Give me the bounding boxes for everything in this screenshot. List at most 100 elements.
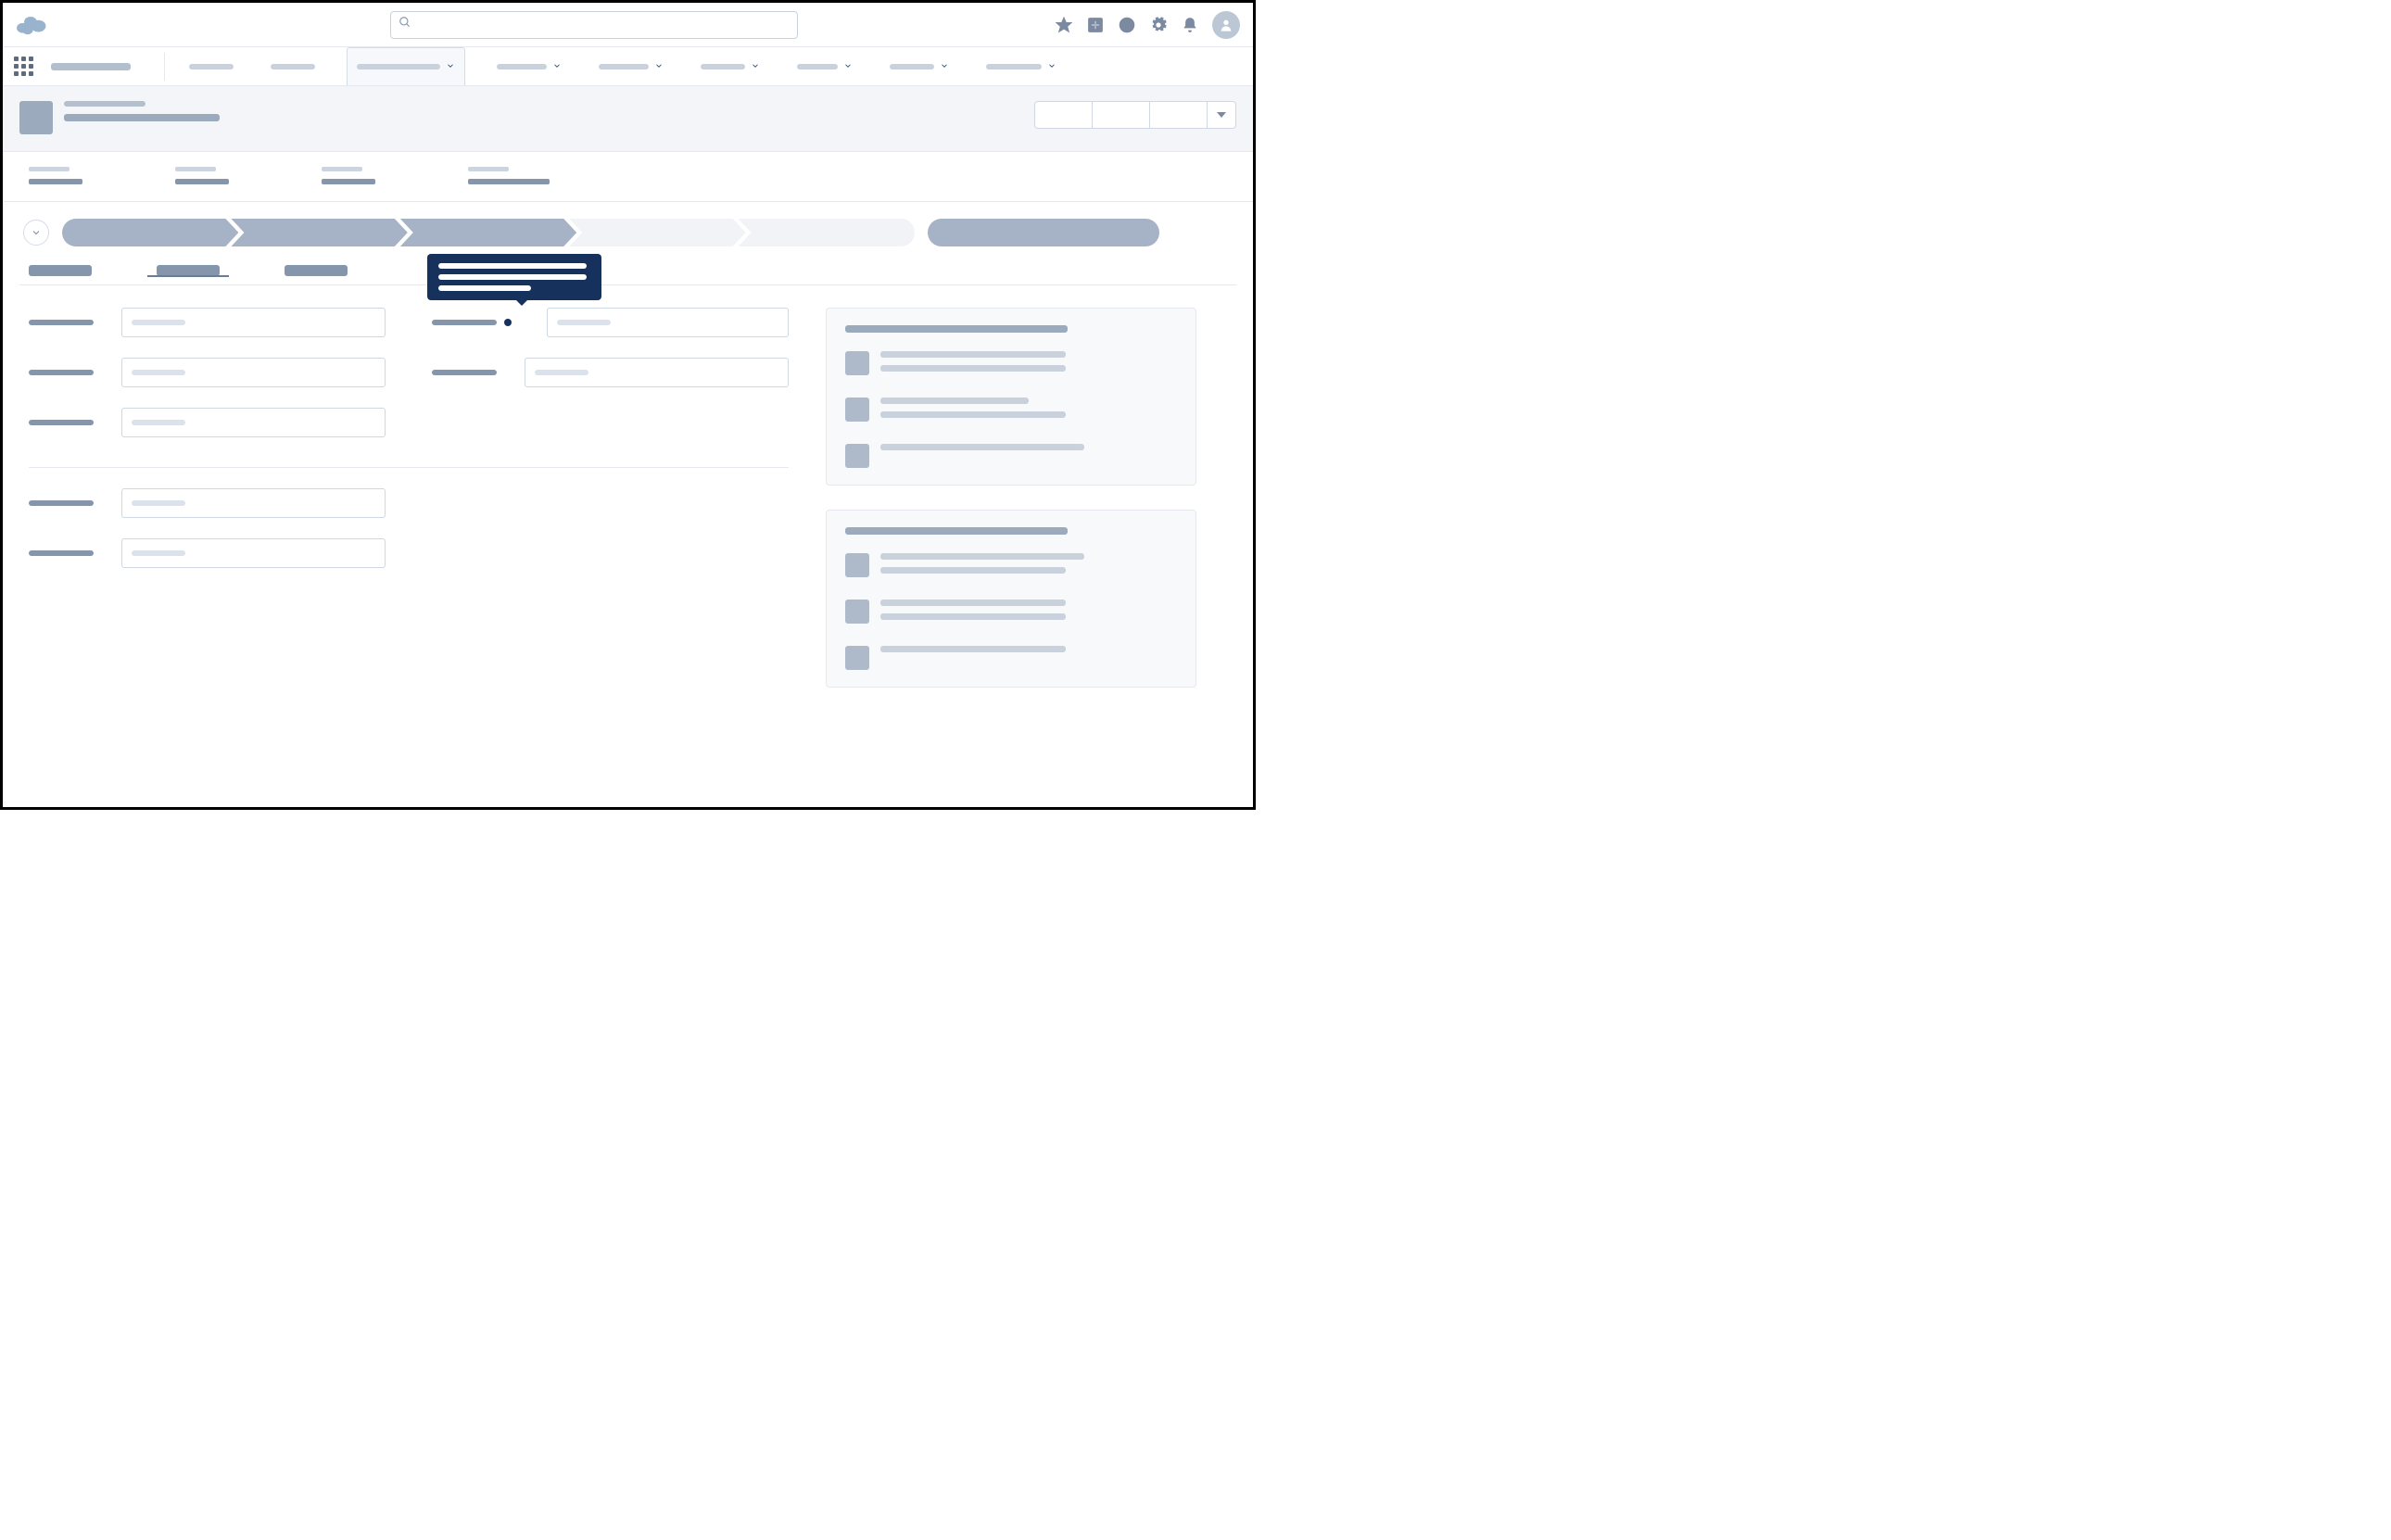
item-icon (845, 553, 869, 577)
nav-tab-5[interactable] (695, 47, 765, 85)
nav-tab-label (599, 64, 649, 69)
item-line-1 (880, 444, 1084, 450)
related-card-1 (826, 510, 1196, 688)
highlight-label (29, 167, 70, 171)
card-title (845, 325, 1068, 333)
record-action-3[interactable] (1149, 101, 1207, 129)
help-icon[interactable] (1118, 16, 1136, 34)
nav-tab-label (890, 64, 934, 69)
field-value (557, 320, 611, 325)
record-header (3, 86, 1253, 152)
list-item[interactable] (845, 351, 1177, 375)
chevron-down-icon[interactable] (843, 58, 853, 75)
chevron-down-icon[interactable] (654, 58, 664, 75)
item-line-1 (880, 398, 1029, 404)
chevron-down-icon[interactable] (751, 58, 760, 75)
favorites-icon[interactable] (1055, 16, 1073, 34)
highlight-label (175, 167, 216, 171)
record-type-icon (19, 101, 53, 134)
page-title (64, 114, 220, 121)
nav-tab-label (189, 64, 234, 69)
form-row (29, 358, 386, 387)
item-line-2 (880, 613, 1066, 620)
highlight-field-2 (322, 167, 375, 184)
list-item[interactable] (845, 646, 1177, 670)
field-input[interactable] (121, 538, 386, 568)
record-action-2[interactable] (1092, 101, 1149, 129)
search-input[interactable] (417, 18, 790, 32)
field-label (29, 500, 94, 506)
nav-tab-8[interactable] (980, 47, 1062, 85)
field-input[interactable] (121, 308, 386, 337)
field-input[interactable] (121, 408, 386, 437)
list-item[interactable] (845, 600, 1177, 624)
chevron-down-icon[interactable] (552, 58, 562, 75)
field-input[interactable] (121, 488, 386, 518)
record-action-more[interactable] (1207, 101, 1236, 129)
item-icon (845, 398, 869, 422)
form-row (432, 358, 789, 387)
notifications-bell-icon[interactable] (1181, 16, 1199, 34)
path-stage-0[interactable] (62, 219, 238, 246)
form-row (432, 308, 789, 337)
nav-tab-4[interactable] (593, 47, 669, 85)
app-launcher-icon[interactable] (14, 57, 34, 77)
add-icon[interactable] (1086, 16, 1105, 34)
record-object-label (64, 101, 145, 107)
item-icon (845, 600, 869, 624)
chevron-down-icon[interactable] (940, 58, 949, 75)
field-label (432, 320, 497, 325)
list-item[interactable] (845, 398, 1177, 422)
field-help-indicator[interactable] (504, 319, 512, 326)
path-stage-1[interactable] (231, 219, 407, 246)
item-line-1 (880, 646, 1066, 652)
nav-tab-2[interactable] (347, 47, 465, 85)
nav-tab-label (986, 64, 1042, 69)
field-help-tooltip (427, 254, 601, 300)
list-item[interactable] (845, 444, 1177, 468)
highlight-label (468, 167, 509, 171)
section-divider (29, 467, 789, 468)
record-action-1[interactable] (1034, 101, 1092, 129)
field-label (29, 320, 94, 325)
nav-tab-label (797, 64, 838, 69)
chevron-down-icon[interactable] (1047, 58, 1056, 75)
item-line-1 (880, 351, 1066, 358)
nav-tab-label (271, 64, 315, 69)
item-line-2 (880, 411, 1066, 418)
highlight-value (322, 179, 375, 184)
card-title (845, 527, 1068, 535)
highlight-value (175, 179, 229, 184)
nav-tab-label (357, 64, 440, 69)
chevron-down-icon[interactable] (446, 58, 455, 75)
nav-tab-0[interactable] (183, 47, 239, 85)
field-label (29, 550, 94, 556)
user-avatar[interactable] (1212, 11, 1240, 39)
list-item[interactable] (845, 553, 1177, 577)
nav-tab-3[interactable] (491, 47, 567, 85)
form-row (29, 408, 386, 437)
setup-gear-icon[interactable] (1149, 16, 1168, 34)
field-input[interactable] (547, 308, 789, 337)
header-actions (1055, 11, 1240, 39)
detail-tab-2[interactable] (285, 265, 348, 276)
path-expand-toggle[interactable] (23, 220, 49, 246)
field-input[interactable] (525, 358, 789, 387)
path-stage-2[interactable] (400, 219, 576, 246)
nav-tab-1[interactable] (265, 47, 321, 85)
path-stage-4[interactable] (739, 219, 915, 246)
detail-tab-1[interactable] (157, 265, 220, 276)
nav-tab-6[interactable] (791, 47, 858, 85)
nav-tab-7[interactable] (884, 47, 955, 85)
path-stage-3[interactable] (569, 219, 745, 246)
field-label (432, 370, 497, 375)
global-search (390, 11, 798, 39)
item-icon (845, 444, 869, 468)
field-input[interactable] (121, 358, 386, 387)
item-line-2 (880, 567, 1066, 574)
salesforce-logo (16, 14, 47, 36)
search-box[interactable] (390, 11, 798, 39)
path-complete-button[interactable] (928, 219, 1159, 246)
path-component (3, 202, 1253, 265)
detail-tab-0[interactable] (29, 265, 92, 276)
